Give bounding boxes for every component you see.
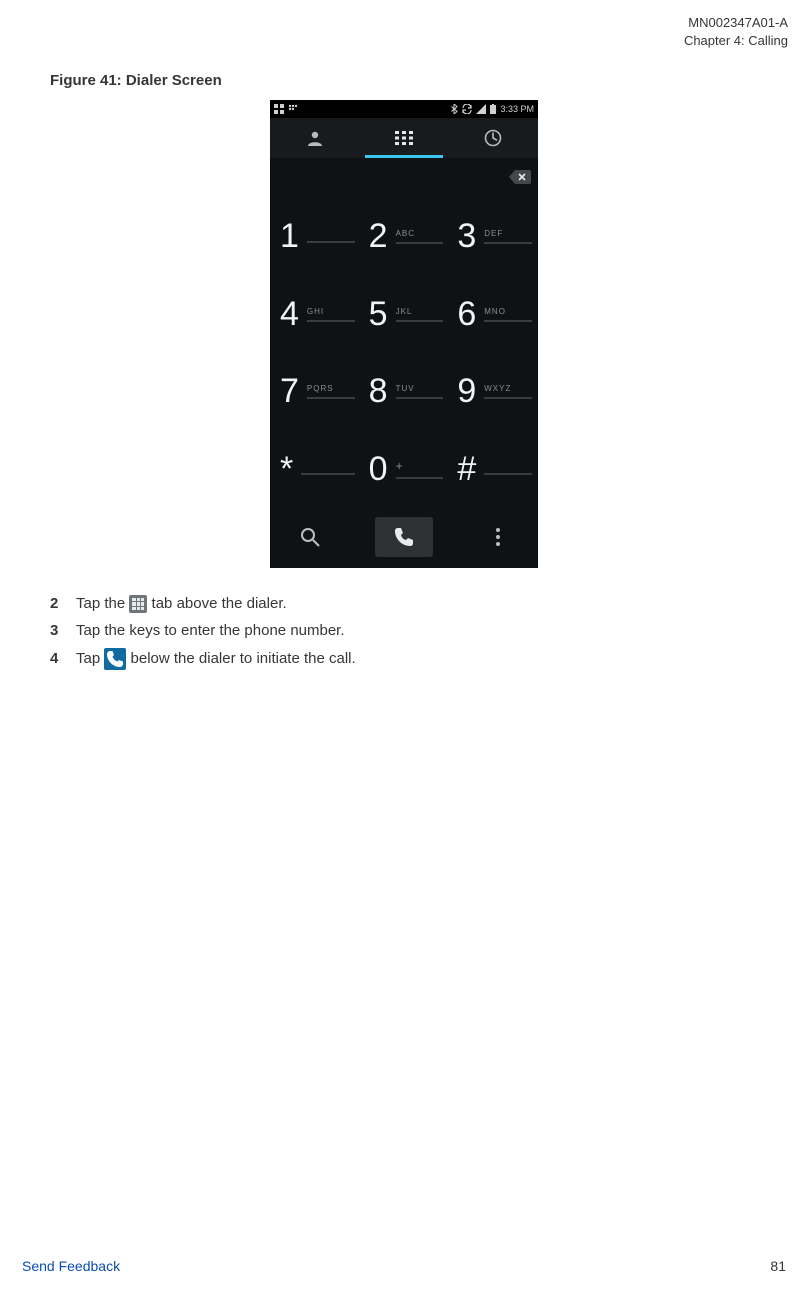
figure-caption: Figure 41: Dialer Screen: [50, 72, 222, 89]
overflow-icon: [495, 527, 501, 547]
tab-contacts[interactable]: [270, 118, 359, 158]
step-2-post: tab above the dialer.: [152, 595, 287, 612]
bluetooth-icon: [451, 104, 458, 114]
person-icon: [306, 129, 324, 147]
backspace-icon: [509, 170, 531, 184]
search-icon: [300, 527, 320, 547]
key-8[interactable]: 8TUV: [365, 355, 444, 429]
dialer-screenshot: 3:33 PM 1 2ABC 3DEF 4GHI 5JKL 6MNO 7PQRS…: [270, 100, 538, 568]
key-4[interactable]: 4GHI: [276, 278, 355, 352]
key-6[interactable]: 6MNO: [453, 278, 532, 352]
call-button[interactable]: [375, 517, 433, 557]
step-4-pre: Tap: [76, 650, 104, 667]
backspace-button[interactable]: [508, 168, 532, 186]
step-3-text: Tap the keys to enter the phone number.: [76, 619, 345, 642]
key-5[interactable]: 5JKL: [365, 278, 444, 352]
chapter-label: Chapter 4: Calling: [684, 32, 788, 50]
key-hash[interactable]: #: [453, 433, 532, 507]
signal-icon: [476, 104, 486, 114]
keypad-area: 1 2ABC 3DEF 4GHI 5JKL 6MNO 7PQRS 8TUV 9W…: [270, 196, 538, 506]
instruction-steps: 2 Tap the tab above the dialer. 3 Tap th…: [50, 592, 758, 674]
keypad-icon: [395, 131, 413, 145]
keypad-inline-icon: [129, 595, 147, 613]
key-3[interactable]: 3DEF: [453, 200, 532, 274]
page-footer: Send Feedback 81: [22, 1258, 786, 1274]
notification-dots-icon: [288, 104, 298, 114]
battery-icon: [490, 104, 496, 114]
page-number: 81: [770, 1258, 786, 1274]
doc-id: MN002347A01-A: [684, 14, 788, 32]
overflow-button[interactable]: [469, 517, 527, 557]
page-header: MN002347A01-A Chapter 4: Calling: [684, 14, 788, 49]
dialer-tabs: [270, 118, 538, 158]
key-7[interactable]: 7PQRS: [276, 355, 355, 429]
key-0[interactable]: 0+: [365, 433, 444, 507]
call-bar: [270, 506, 538, 568]
search-button[interactable]: [281, 517, 339, 557]
status-time: 3:33 PM: [500, 104, 534, 114]
phone-icon: [393, 526, 415, 548]
send-feedback-link[interactable]: Send Feedback: [22, 1258, 120, 1274]
step-4: 4 Tap below the dialer to initiate the c…: [50, 647, 758, 670]
step-3: 3 Tap the keys to enter the phone number…: [50, 619, 758, 642]
app-grid-icon: [274, 104, 284, 114]
status-bar: 3:33 PM: [270, 100, 538, 118]
key-star[interactable]: *: [276, 433, 355, 507]
step-2-pre: Tap the: [76, 595, 129, 612]
clock-icon: [484, 129, 502, 147]
number-display-row: [270, 158, 538, 196]
key-1[interactable]: 1: [276, 200, 355, 274]
key-2[interactable]: 2ABC: [365, 200, 444, 274]
step-2: 2 Tap the tab above the dialer.: [50, 592, 758, 615]
tab-recents[interactable]: [449, 118, 538, 158]
step-4-post: below the dialer to initiate the call.: [131, 650, 356, 667]
sync-icon: [462, 104, 472, 114]
tab-keypad[interactable]: [359, 118, 448, 158]
key-9[interactable]: 9WXYZ: [453, 355, 532, 429]
phone-inline-icon: [104, 648, 126, 670]
keypad-grid: 1 2ABC 3DEF 4GHI 5JKL 6MNO 7PQRS 8TUV 9W…: [270, 196, 538, 506]
